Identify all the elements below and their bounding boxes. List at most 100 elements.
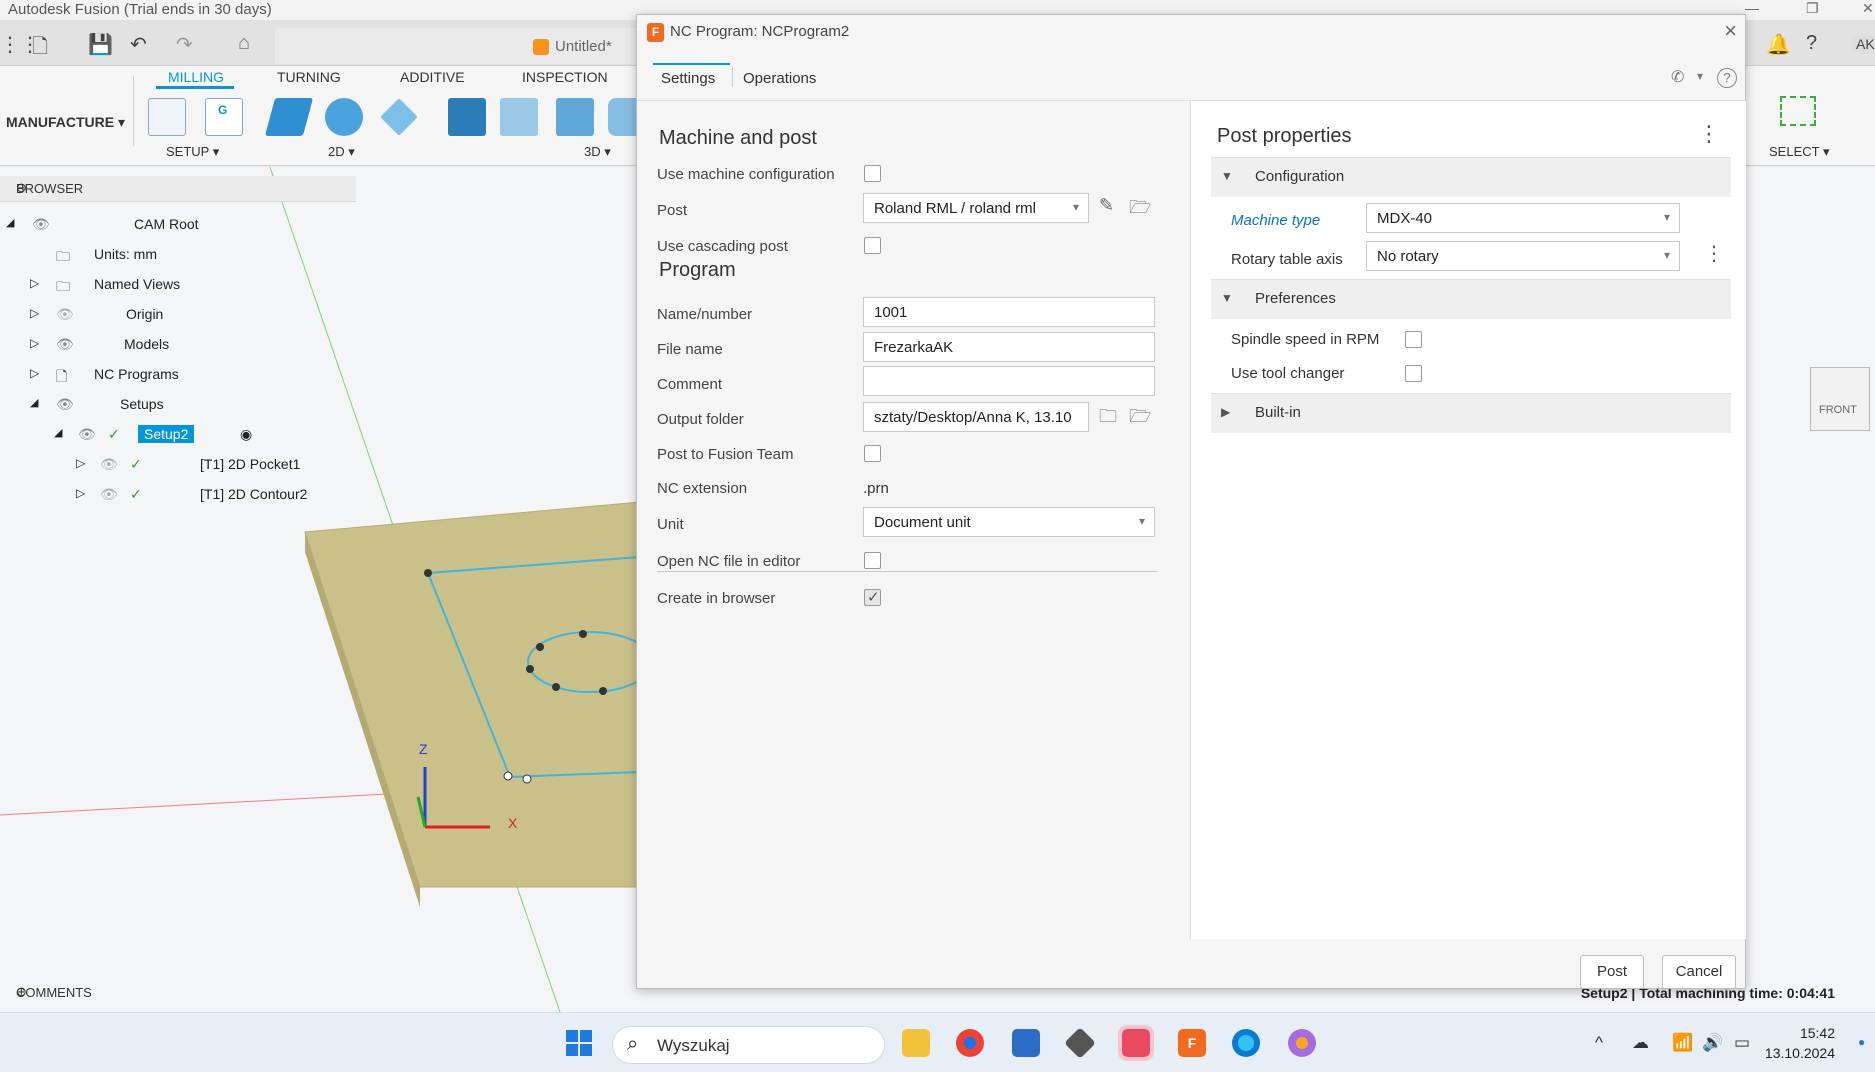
preview-folder-icon[interactable]: 🗀 [1099,404,1117,434]
active-setup-icon[interactable]: ◉ [240,426,252,443]
hidden-eye-icon[interactable]: 👁 [100,456,118,473]
chrome-icon[interactable] [956,1029,984,1057]
browser-header[interactable]: BROWSER ⊖ [0,176,356,202]
expand-icon[interactable]: ▷ [76,456,85,470]
volume-icon[interactable]: 🔊 [1702,1033,1723,1053]
notifications-icon[interactable]: 🔔 [1766,32,1791,57]
browse-folder-icon[interactable]: 🗁 [1129,404,1151,434]
open-nc-checkbox[interactable] [864,552,881,569]
post-to-team-checkbox[interactable] [864,445,881,462]
output-folder-input[interactable]: sztaty/Desktop/Anna K, 13.10 [863,402,1089,432]
photos-icon[interactable] [1288,1029,1316,1057]
expand-icon[interactable]: ◢ [30,396,38,409]
collapse-browser-icon[interactable]: ⊖ [16,180,346,196]
post-button[interactable]: Post [1580,955,1644,989]
rotary-more-icon[interactable]: ⋮ [1704,241,1724,266]
unit-select[interactable]: Document unit [863,507,1155,537]
tab-additive[interactable]: ADDITIVE [400,69,465,85]
clock[interactable]: 15:42 13.10.2024 [1765,1023,1835,1063]
tab-settings[interactable]: Settings [661,70,715,87]
wifi-icon[interactable]: 📶 [1672,1033,1693,1053]
inkscape-icon[interactable] [1064,1027,1096,1059]
file-explorer-icon[interactable] [902,1029,930,1057]
group-3d[interactable]: 3D ▾ [584,144,611,160]
help-icon[interactable]: ? [1806,32,1817,55]
nc-program-icon[interactable]: G [205,98,243,136]
redo-icon[interactable]: ↷ [176,32,193,57]
select-box-icon[interactable] [1780,96,1816,126]
eye-icon[interactable]: 👁 [56,336,74,353]
viewcube[interactable]: FRONT [1810,367,1870,431]
help-icon[interactable]: ? [1717,68,1737,88]
save-icon[interactable]: 💾 [88,32,113,57]
file-icon[interactable]: 🗋 [32,32,48,66]
user-avatar[interactable]: AK [1852,34,1875,54]
home-icon[interactable]: ⌂ [238,32,250,55]
2d-adaptive-icon[interactable] [264,98,314,136]
snipping-tool-icon[interactable] [1118,1025,1154,1061]
eye-icon[interactable]: 👁 [56,396,74,413]
show-hidden-icons-icon[interactable]: ^ [1595,1033,1603,1053]
add-comment-icon[interactable]: ⊕ [16,984,346,1000]
new-setup-icon[interactable] [148,98,186,136]
expand-icon[interactable]: ◢ [6,216,14,229]
eye-icon[interactable]: 👁 [78,426,96,443]
steep-shallow-icon[interactable] [556,98,594,136]
post-select[interactable]: Roland RML / roland rml [863,193,1089,223]
store-icon[interactable] [1012,1029,1040,1057]
workspace-switcher[interactable]: MANUFACTURE ▾ [0,76,134,146]
3d-adaptive-icon[interactable] [448,98,486,136]
restore-icon[interactable]: ❐ [1806,0,1819,17]
configuration-group[interactable]: ▼ Configuration [1211,157,1731,197]
tab-operations[interactable]: Operations [743,70,816,87]
2d-pocket-icon[interactable] [325,98,363,136]
support-icon[interactable]: ✆ [1671,67,1684,87]
spindle-rpm-checkbox[interactable] [1405,331,1422,348]
hidden-eye-icon[interactable]: 👁 [100,486,118,503]
file-name-input[interactable]: FrezarkaAK [863,332,1155,362]
comments-panel[interactable]: COMMENTS ⊕ [0,980,356,1006]
comment-input[interactable] [863,366,1155,396]
onedrive-icon[interactable]: ☁ [1632,1033,1649,1053]
group-select[interactable]: SELECT ▾ [1769,144,1829,160]
start-icon[interactable] [566,1030,592,1056]
3d-pocket-icon[interactable] [500,98,538,136]
expand-icon[interactable]: ▷ [30,366,39,380]
rotary-axis-select[interactable]: No rotary [1366,241,1680,271]
tab-milling[interactable]: MILLING [168,69,224,85]
group-setup[interactable]: SETUP ▾ [166,144,219,160]
expand-icon[interactable]: ▷ [30,336,39,350]
create-in-browser-checkbox[interactable] [864,588,881,606]
hidden-eye-icon[interactable]: 👁 [56,306,74,323]
edit-post-icon[interactable]: ✎ [1099,195,1114,216]
use-cascading-checkbox[interactable] [864,237,881,254]
cancel-button[interactable]: Cancel [1662,955,1736,989]
minimize-icon[interactable]: — [1745,0,1759,16]
preferences-group[interactable]: ▼ Preferences [1211,279,1731,319]
eye-icon[interactable]: 👁 [32,216,50,233]
document-tab[interactable]: Untitled* [275,28,655,64]
name-number-input[interactable]: 1001 [863,297,1155,327]
battery-icon[interactable]: ▭ [1734,1033,1750,1053]
expand-icon[interactable]: ▷ [30,276,39,290]
edge-icon[interactable] [1232,1029,1260,1057]
more-options-icon[interactable]: ⋮ [1698,121,1720,147]
group-2d[interactable]: 2D ▾ [328,144,355,160]
use-machine-config-checkbox[interactable] [864,165,881,182]
close-window-icon[interactable]: ✕ [1862,0,1874,17]
tab-inspection[interactable]: INSPECTION [522,69,608,85]
machine-type-select[interactable]: MDX-40 [1366,203,1680,233]
notification-icon[interactable]: ● [1858,1035,1865,1049]
chevron-down-icon[interactable]: ▾ [1697,69,1703,83]
fusion-taskbar-icon[interactable]: F [1178,1029,1206,1057]
close-icon[interactable]: × [1724,18,1737,44]
expand-icon[interactable]: ▷ [76,486,85,500]
dialog-titlebar[interactable]: F NC Program: NCProgram2 × [637,15,1745,49]
open-folder-icon[interactable]: 🗁 [1129,195,1151,225]
tab-turning[interactable]: TURNING [277,69,341,85]
undo-icon[interactable]: ↶ [130,32,147,57]
face-icon[interactable] [380,98,418,136]
taskbar-search[interactable]: ⌕ Wyszukaj [612,1026,885,1064]
built-in-group[interactable]: ▶ Built-in [1211,393,1731,433]
tool-changer-checkbox[interactable] [1405,365,1422,382]
